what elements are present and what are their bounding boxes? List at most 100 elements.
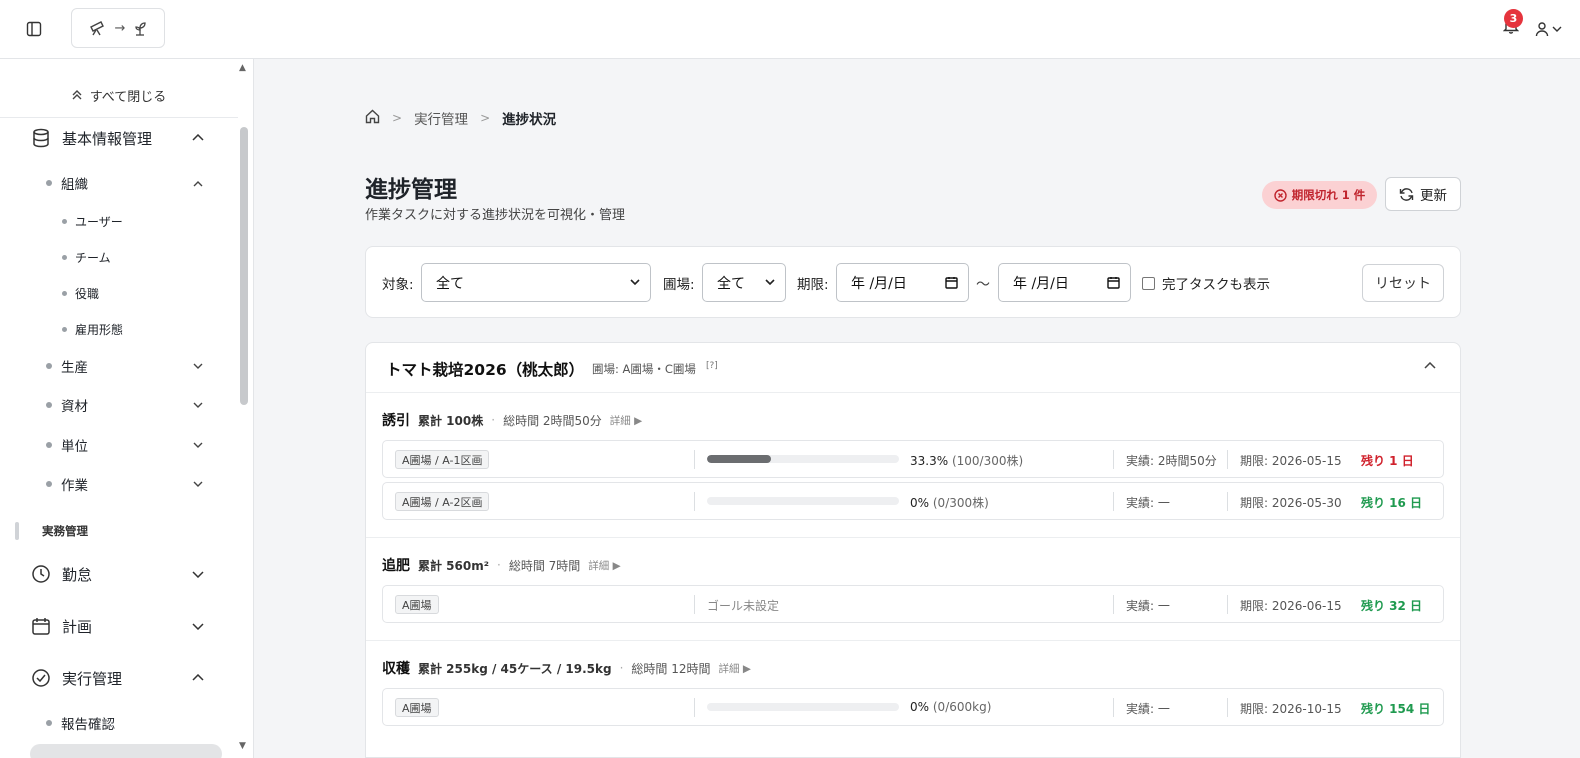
column-divider	[1227, 698, 1228, 717]
chevron-up-icon[interactable]	[1424, 359, 1440, 375]
sidebar-item-units[interactable]: 単位	[0, 428, 238, 462]
sidebar-item-report[interactable]: 報告確認	[0, 706, 238, 740]
refresh-button[interactable]: 更新	[1385, 177, 1461, 211]
range-separator: 〜	[976, 277, 990, 293]
sidebar-item-materials[interactable]: 資材	[0, 388, 238, 422]
task-row[interactable]: A圃場 / A-1区画 33.3% (100/300株) 実績: 2時間50分 …	[382, 440, 1444, 478]
sidebar-item-label: 勤怠	[62, 565, 93, 584]
overdue-badge[interactable]: 期限切れ 1 件	[1262, 181, 1377, 209]
target-select[interactable]: 全て	[421, 263, 651, 302]
deadline-date: 期限: 2026-05-15	[1240, 454, 1342, 468]
progress-text: 33.3% (100/300株)	[910, 452, 1023, 469]
collapse-all-button[interactable]: すべて閉じる	[0, 73, 238, 118]
chevron-down-icon	[191, 477, 205, 491]
home-icon[interactable]	[365, 109, 380, 128]
progress-fill	[707, 455, 771, 463]
progress-fraction: (0/600kg)	[932, 700, 992, 714]
sidebar-item-teams[interactable]: チーム	[0, 240, 238, 274]
progress-fraction: (0/300株)	[932, 496, 989, 510]
task-detail-link[interactable]: 詳細 ▶	[610, 413, 642, 428]
field-select[interactable]: 全て	[702, 263, 786, 302]
show-completed-label: 完了タスクも表示	[1162, 277, 1270, 293]
progress-bar	[707, 703, 899, 711]
refresh-icon	[1399, 187, 1414, 201]
chevron-down-icon	[191, 619, 205, 633]
sidebar-item-employment-types[interactable]: 雇用形態	[0, 312, 238, 346]
breadcrumb-link[interactable]: 実行管理	[414, 108, 468, 128]
task-header: 収穫 累計 255kg / 45ケース / 19.5kg · 総時間 12時間 …	[382, 658, 751, 678]
no-goal-text: ゴール未設定	[707, 599, 780, 613]
progress-bar	[707, 497, 899, 505]
chevron-down-icon	[191, 438, 205, 452]
progress-fraction: (100/300株)	[951, 454, 1024, 468]
chevron-up-icon	[191, 671, 205, 685]
page-title: 進捗管理	[365, 177, 457, 203]
task-detail-link[interactable]: 詳細 ▶	[718, 661, 750, 676]
task-name: 追肥	[382, 558, 410, 574]
sidebar-item-positions[interactable]: 役職	[0, 276, 238, 310]
task-total: 累計 100株	[418, 413, 484, 428]
field-select-value: 全て	[717, 275, 745, 292]
show-completed-checkbox[interactable]	[1142, 276, 1155, 290]
task-header: 追肥 累計 560m² · 総時間 7時間 詳細 ▶	[382, 555, 621, 575]
column-divider	[694, 698, 695, 717]
sidebar-item-label: 資材	[61, 399, 88, 415]
group-divider	[366, 537, 1460, 538]
location-tag: A圃場	[395, 698, 439, 717]
column-divider	[1113, 595, 1114, 614]
task-row[interactable]: A圃場 ゴール未設定 実績: 一 期限: 2026-06-15 残り 32 日	[382, 585, 1444, 623]
section-heading: 実務管理	[42, 524, 88, 538]
sidebar-item-execution[interactable]: 実行管理	[0, 658, 238, 698]
location-tag: A圃場	[395, 595, 439, 614]
column-divider	[694, 492, 695, 511]
date-from-input[interactable]: 年 /月/日	[836, 263, 969, 302]
task-row[interactable]: A圃場 / A-2区画 0% (0/300株) 実績: 一 期限: 2026-0…	[382, 482, 1444, 520]
sidebar-item-attendance[interactable]: 勤怠	[0, 554, 238, 594]
sidebar-item-work[interactable]: 作業	[0, 467, 238, 501]
scroll-down-arrow[interactable]: ▼	[239, 741, 249, 751]
bullet-icon	[46, 363, 52, 369]
actual-time: 実績: 一	[1126, 702, 1170, 716]
target-filter-label: 対象:	[382, 277, 414, 293]
deadline-date: 期限: 2026-05-30	[1240, 496, 1342, 510]
sidebar-item-label: 基本情報管理	[62, 129, 153, 148]
sidebar-item-users[interactable]: ユーザー	[0, 204, 238, 238]
sidebar-item-label: チーム	[75, 250, 111, 265]
check-circle-icon	[30, 667, 52, 689]
progress-text: 0% (0/300株)	[910, 494, 989, 511]
sidebar-item-label: 雇用形態	[75, 322, 124, 337]
user-icon	[1535, 22, 1549, 37]
remaining-days: 残り 32 日	[1361, 599, 1423, 613]
location-tag: A圃場 / A-2区画	[395, 492, 490, 511]
date-to-input[interactable]: 年 /月/日	[998, 263, 1131, 302]
column-divider	[1227, 595, 1228, 614]
sidebar-item-label: 単位	[61, 439, 88, 455]
chevron-up-icon	[191, 131, 205, 145]
sidebar-item-basic-info[interactable]: 基本情報管理	[0, 118, 238, 158]
sidebar-item-production[interactable]: 生産	[0, 349, 238, 383]
scroll-up-arrow[interactable]: ▲	[239, 63, 249, 73]
task-detail-link[interactable]: 詳細 ▶	[588, 558, 620, 573]
sidebar-toggle-button[interactable]	[22, 18, 46, 40]
sidebar-item-label: 実行管理	[62, 669, 123, 688]
chevron-down-icon	[191, 567, 205, 581]
deadline-date: 期限: 2026-06-15	[1240, 599, 1342, 613]
help-icon[interactable]: [?]	[706, 361, 718, 371]
project-header[interactable]: トマト栽培2026（桃太郎） 圃場: A圃場・C圃場 [?]	[366, 343, 1460, 393]
task-row[interactable]: A圃場 0% (0/600kg) 実績: 一 期限: 2026-10-15 残り…	[382, 688, 1444, 726]
task-total-time: 総時間 2時間50分	[503, 413, 602, 428]
sidebar-item-org[interactable]: 組織	[0, 166, 238, 200]
progress-percent: 0%	[910, 496, 930, 510]
project-card: トマト栽培2026（桃太郎） 圃場: A圃場・C圃場 [?] 誘引 累計 100…	[365, 342, 1461, 758]
sidebar-scrollbar-thumb[interactable]	[240, 127, 248, 405]
chevrons-up-icon	[72, 90, 82, 100]
show-completed-toggle[interactable]: 完了タスクも表示	[1142, 273, 1270, 293]
reset-button[interactable]: リセット	[1362, 264, 1444, 302]
sidebar-item-plan[interactable]: 計画	[0, 606, 238, 646]
actual-time: 実績: 一	[1126, 496, 1170, 510]
separator-dot: ·	[491, 413, 496, 427]
user-menu-button[interactable]	[1535, 18, 1580, 40]
sidebar-item-active-highlight[interactable]	[30, 744, 222, 758]
clock-icon	[30, 563, 52, 585]
app-logo[interactable]: →	[71, 8, 165, 48]
